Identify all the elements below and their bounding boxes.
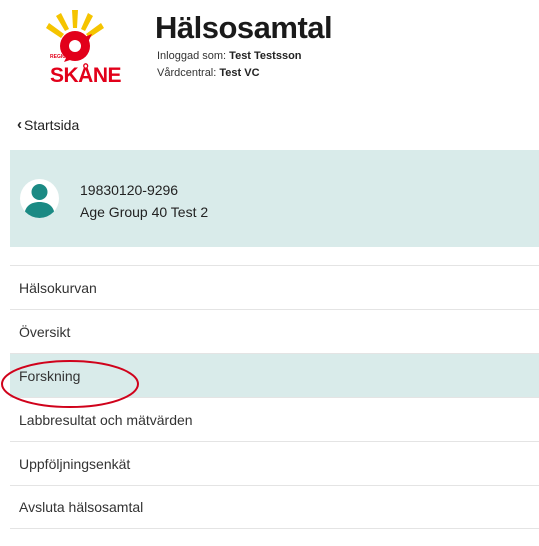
nav-item-forskning[interactable]: Forskning	[10, 353, 539, 397]
logged-in-as: Inloggad som: Test Testsson	[157, 50, 302, 62]
patient-card: 19830120-9296 Age Group 40 Test 2	[10, 150, 539, 247]
nav-item-oversikt[interactable]: Översikt	[10, 309, 539, 353]
back-to-start-link[interactable]: ‹ Startsida	[17, 116, 79, 133]
avatar	[20, 179, 59, 218]
care-center-name: Test VC	[219, 67, 260, 79]
care-center: Vårdcentral: Test VC	[157, 67, 260, 79]
region-skane-logo: REGION SKÅNE	[42, 8, 122, 88]
patient-name: Age Group 40 Test 2	[80, 204, 209, 220]
nav-item-uppfoljningsenkat[interactable]: Uppföljningsenkät	[10, 441, 539, 485]
care-center-label: Vårdcentral:	[157, 67, 217, 79]
app-title: Hälsosamtal	[155, 10, 333, 45]
back-link-label: Startsida	[24, 116, 80, 133]
person-icon	[24, 184, 55, 218]
nav-item-avsluta[interactable]: Avsluta hälsosamtal	[10, 485, 539, 529]
patient-id: 19830120-9296	[80, 182, 179, 198]
logo-wordmark: SKÅNE	[50, 64, 122, 87]
nav-item-labbresultat[interactable]: Labbresultat och mätvärden	[10, 397, 539, 441]
app-header: REGION SKÅNE Hälsosamtal Inloggad som: T…	[0, 0, 539, 100]
logo-region-text: REGION	[50, 54, 70, 60]
nav-item-halsokurvan[interactable]: Hälsokurvan	[10, 265, 539, 309]
logged-in-user: Test Testsson	[229, 50, 302, 62]
logged-in-label: Inloggad som:	[157, 50, 227, 62]
chevron-left-icon: ‹	[17, 116, 22, 133]
patient-nav-menu: Hälsokurvan Översikt Forskning Labbresul…	[10, 265, 539, 529]
